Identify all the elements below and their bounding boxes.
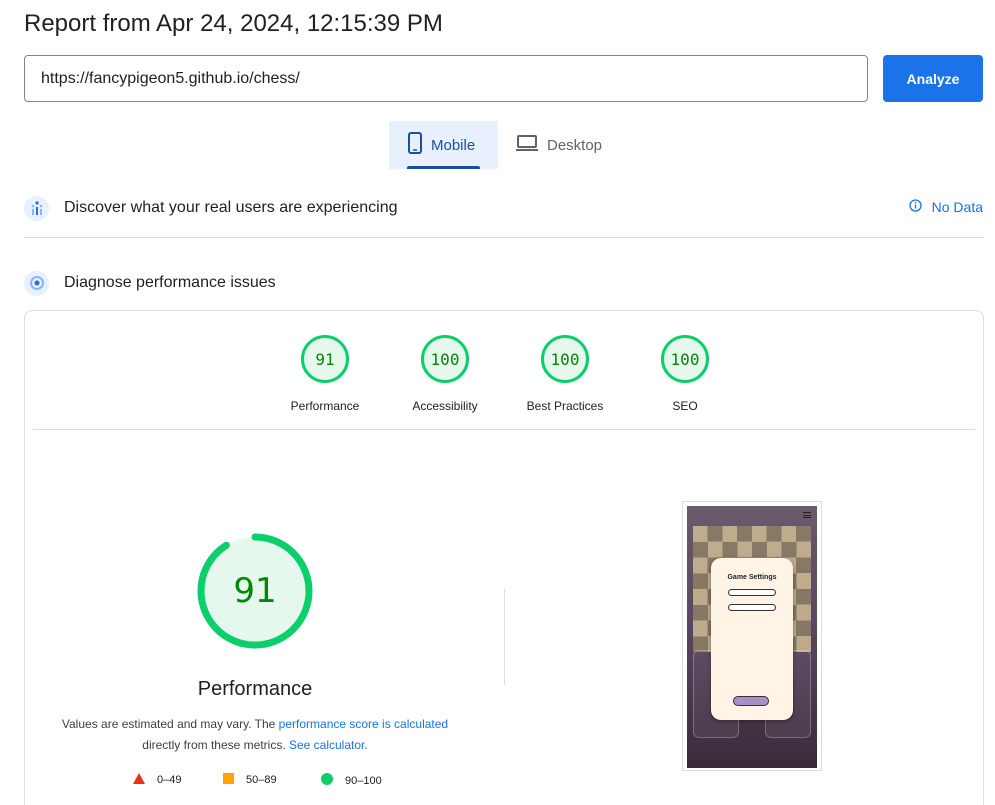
gauge-best-practices[interactable]: 100 Best Practices [515,335,615,413]
target-icon [24,270,49,296]
no-data-label: No Data [931,199,983,215]
gauge-accessibility-score: 100 [421,335,469,383]
phone-icon [407,132,423,158]
legend-pass: 90–100 [321,773,382,788]
gauge-best-practices-label: Best Practices [526,399,604,413]
gauge-seo-label: SEO [672,399,698,413]
note-text-2: directly from these metrics. [142,738,289,752]
legend-pass-label: 90–100 [345,774,382,787]
gauge-seo-score: 100 [661,335,709,383]
vertical-divider [504,589,505,685]
page-title: Report from Apr 24, 2024, 12:15:39 PM [24,10,443,37]
legend-fail: 0–49 [133,773,181,787]
score-gauges: 91 Performance 100 Accessibility 100 Bes… [25,335,983,415]
users-chart-icon [24,195,49,221]
crux-section: Discover what your real users are experi… [24,195,984,221]
performance-big-score: 91 [233,571,277,611]
crux-title: Discover what your real users are experi… [64,199,398,216]
performance-big-gauge: 91 [195,531,315,651]
tab-desktop[interactable]: Desktop [515,121,615,169]
performance-title: Performance [197,678,313,700]
tab-selected-indicator [407,166,480,169]
gauge-performance[interactable]: 91 Performance [275,335,375,413]
card-divider [33,429,975,430]
note-suffix: . [364,738,368,752]
circle-icon [321,773,333,788]
note-text: Values are estimated and may vary. The [61,717,279,731]
report-card: 91 Performance 100 Accessibility 100 Bes… [24,310,984,805]
gauge-accessibility-label: Accessibility [412,399,478,413]
gauge-best-practices-score: 100 [541,335,589,383]
modal-field [728,604,776,611]
screenshot-image: Game Settings [687,506,817,768]
section-divider [24,237,984,238]
diagnose-title: Diagnose performance issues [64,274,276,291]
triangle-icon [133,773,145,787]
legend-average: 50–89 [223,773,277,787]
url-input-value: https://fancypigeon5.github.io/chess/ [41,69,300,87]
modal-field [728,589,776,596]
see-calculator-link[interactable]: See calculator [289,738,364,752]
page-screenshot: Game Settings [682,501,822,771]
gauge-accessibility[interactable]: 100 Accessibility [395,335,495,413]
laptop-icon [515,134,539,156]
gauge-performance-score: 91 [301,335,349,383]
settings-modal-image: Game Settings [711,558,793,720]
tab-mobile[interactable]: Mobile [389,121,498,169]
modal-title: Game Settings [727,574,777,581]
analyze-button[interactable]: Analyze [883,55,983,102]
menu-icon [803,512,811,518]
url-input[interactable]: https://fancypigeon5.github.io/chess/ [24,55,868,102]
tab-desktop-label: Desktop [547,136,603,154]
no-data-link[interactable]: No Data [908,199,983,215]
performance-score-link[interactable]: performance score is calculated [279,717,448,731]
gauge-seo[interactable]: 100 SEO [635,335,735,413]
info-icon [908,199,922,215]
modal-button [733,696,769,706]
square-icon [223,773,234,787]
performance-note: Values are estimated and may vary. The p… [45,714,465,756]
gauge-performance-label: Performance [290,399,360,413]
legend-average-label: 50–89 [246,774,277,786]
tab-mobile-label: Mobile [431,136,476,154]
diagnose-section: Diagnose performance issues [24,270,984,296]
legend-fail-label: 0–49 [157,774,182,786]
